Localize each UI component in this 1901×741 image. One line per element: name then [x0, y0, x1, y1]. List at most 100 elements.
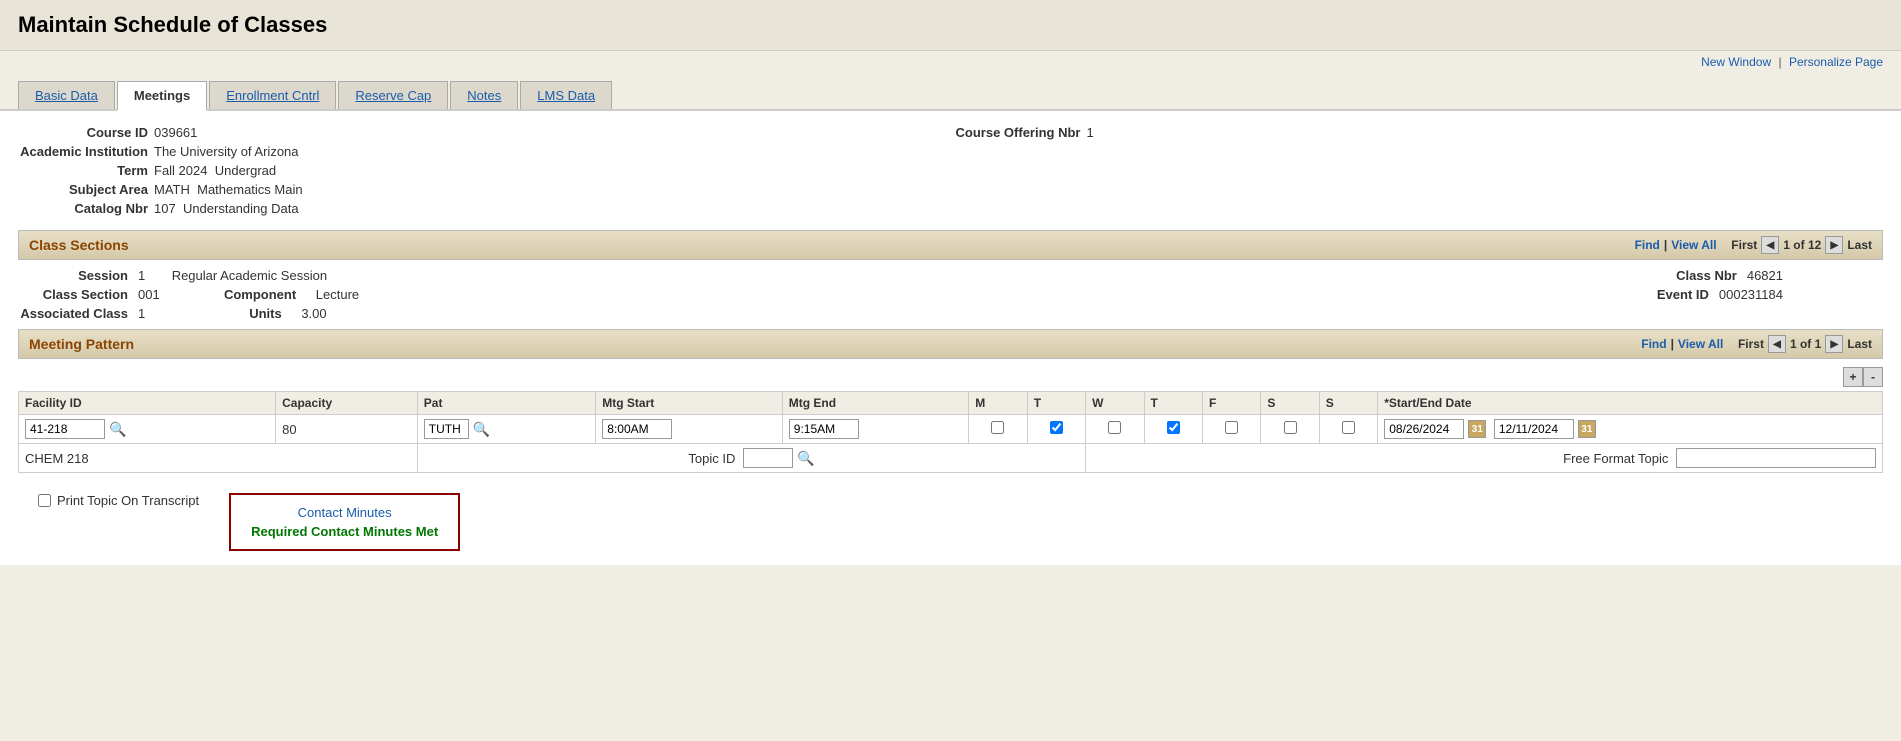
catalog-nbr-value: 107	[154, 201, 176, 216]
print-topic-label: Print Topic On Transcript	[57, 493, 199, 508]
meeting-pattern-view-all[interactable]: View All	[1678, 337, 1723, 351]
topic-id-input[interactable]	[743, 448, 793, 468]
free-format-topic-label: Free Format Topic	[1563, 451, 1668, 466]
subject-area-value: MATH	[154, 182, 190, 197]
session-desc: Regular Academic Session	[172, 268, 327, 283]
remove-row-btn[interactable]: -	[1863, 367, 1883, 387]
class-sections-last[interactable]: Last	[1847, 238, 1872, 252]
page-title: Maintain Schedule of Classes	[18, 12, 1883, 38]
meeting-pattern-first[interactable]: First	[1738, 337, 1764, 351]
session-value: 1	[138, 268, 145, 283]
class-section-value: 001	[138, 287, 160, 302]
class-nbr-label: Class Nbr	[1627, 268, 1737, 283]
subject-area-desc: Mathematics Main	[197, 182, 302, 197]
meeting-pattern-next-btn[interactable]: ▶	[1825, 335, 1843, 353]
session-label: Session	[18, 268, 128, 283]
meeting-pattern-prev-btn[interactable]: ◀	[1768, 335, 1786, 353]
col-th: T	[1144, 392, 1202, 415]
subject-area-label: Subject Area	[18, 182, 148, 197]
class-sections-prev-btn[interactable]: ◀	[1761, 236, 1779, 254]
print-topic-container: Print Topic On Transcript	[38, 493, 199, 508]
event-id-label: Event ID	[1599, 287, 1709, 302]
class-sections-find[interactable]: Find	[1635, 238, 1660, 252]
thursday-checkbox[interactable]	[1167, 421, 1180, 434]
topic-id-label: Topic ID	[688, 451, 735, 466]
tuesday-checkbox[interactable]	[1050, 421, 1063, 434]
associated-class-value: 1	[138, 306, 145, 321]
catalog-nbr-label: Catalog Nbr	[18, 201, 148, 216]
course-offering-nbr-value: 1	[1087, 125, 1094, 140]
class-sections-title: Class Sections	[29, 237, 129, 253]
facility-search-icon[interactable]: 🔍	[109, 421, 126, 438]
col-m: M	[969, 392, 1027, 415]
saturday-checkbox[interactable]	[1284, 421, 1297, 434]
col-su: S	[1319, 392, 1377, 415]
class-sections-header: Class Sections Find | View All First ◀ 1…	[18, 230, 1883, 260]
tab-notes[interactable]: Notes	[450, 81, 518, 109]
end-date-calendar-icon[interactable]: 31	[1578, 420, 1596, 438]
col-facility-id: Facility ID	[19, 392, 276, 415]
tab-enrollment-cntrl[interactable]: Enrollment Cntrl	[209, 81, 336, 109]
academic-institution-label: Academic Institution	[18, 144, 148, 159]
topic-search-icon[interactable]: 🔍	[797, 450, 814, 467]
tab-reserve-cap[interactable]: Reserve Cap	[338, 81, 448, 109]
col-mtg-start: Mtg Start	[596, 392, 783, 415]
col-f: F	[1202, 392, 1260, 415]
tab-lms-data[interactable]: LMS Data	[520, 81, 612, 109]
print-topic-checkbox[interactable]	[38, 494, 51, 507]
course-id-value: 039661	[154, 125, 197, 140]
room-label: CHEM 218	[25, 451, 89, 466]
contact-minutes-title: Contact Minutes	[251, 505, 438, 520]
new-window-link[interactable]: New Window	[1701, 55, 1771, 69]
end-date-input[interactable]	[1494, 419, 1574, 439]
associated-class-label: Associated Class	[18, 306, 128, 321]
capacity-value: 80	[282, 422, 296, 437]
meeting-pattern-title: Meeting Pattern	[29, 336, 134, 352]
add-row-btn[interactable]: +	[1843, 367, 1863, 387]
col-mtg-end: Mtg End	[782, 392, 969, 415]
catalog-desc: Understanding Data	[183, 201, 299, 216]
col-pat: Pat	[417, 392, 596, 415]
col-s: S	[1261, 392, 1319, 415]
class-sections-page: 1 of 12	[1783, 238, 1821, 252]
start-date-input[interactable]	[1384, 419, 1464, 439]
tab-basic-data[interactable]: Basic Data	[18, 81, 115, 109]
col-t: T	[1027, 392, 1085, 415]
pat-input[interactable]	[424, 419, 469, 439]
monday-checkbox[interactable]	[991, 421, 1004, 434]
table-row: 🔍 80 🔍	[19, 415, 1883, 444]
meeting-pattern-find[interactable]: Find	[1641, 337, 1666, 351]
term-value: Fall 2024	[154, 163, 207, 178]
class-sections-first[interactable]: First	[1731, 238, 1757, 252]
col-w: W	[1086, 392, 1144, 415]
wednesday-checkbox[interactable]	[1108, 421, 1121, 434]
class-sections-next-btn[interactable]: ▶	[1825, 236, 1843, 254]
mtg-end-input[interactable]	[789, 419, 859, 439]
meeting-pattern-last[interactable]: Last	[1847, 337, 1872, 351]
class-section-label: Class Section	[18, 287, 128, 302]
link-separator: |	[1778, 55, 1781, 69]
friday-checkbox[interactable]	[1225, 421, 1238, 434]
meeting-pattern-table: Facility ID Capacity Pat Mtg Start Mtg E…	[18, 391, 1883, 473]
table-row-2: CHEM 218 Topic ID 🔍 Free Format Topic	[19, 444, 1883, 473]
meeting-pattern-page: 1 of 1	[1790, 337, 1821, 351]
pat-search-icon[interactable]: 🔍	[473, 421, 490, 438]
start-date-calendar-icon[interactable]: 31	[1468, 420, 1486, 438]
contact-minutes-box: Contact Minutes Required Contact Minutes…	[229, 493, 460, 551]
event-id-value: 000231184	[1719, 287, 1783, 302]
sunday-checkbox[interactable]	[1342, 421, 1355, 434]
col-capacity: Capacity	[276, 392, 418, 415]
free-format-topic-input[interactable]	[1676, 448, 1876, 468]
class-nbr-value: 46821	[1747, 268, 1783, 283]
personalize-page-link[interactable]: Personalize Page	[1789, 55, 1883, 69]
class-sections-view-all[interactable]: View All	[1671, 238, 1716, 252]
mtg-start-input[interactable]	[602, 419, 672, 439]
meeting-pattern-header: Meeting Pattern Find | View All First ◀ …	[18, 329, 1883, 359]
units-value: 3.00	[301, 306, 326, 321]
component-value: Lecture	[316, 287, 359, 302]
col-start-end-date: *Start/End Date	[1378, 392, 1883, 415]
tab-meetings[interactable]: Meetings	[117, 81, 207, 111]
facility-id-input[interactable]	[25, 419, 105, 439]
contact-minutes-met: Required Contact Minutes Met	[251, 524, 438, 539]
component-label: Component	[186, 287, 296, 302]
